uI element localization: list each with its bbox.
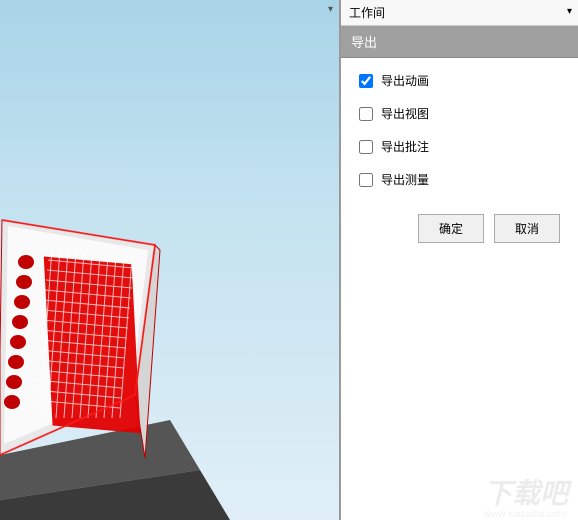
option-label: 导出批注 [381,138,429,155]
3d-viewport[interactable]: ▾ [0,0,340,520]
export-title-bar: 导出 [341,26,578,58]
option-export-animation[interactable]: 导出动画 [359,72,560,89]
option-label: 导出视图 [381,105,429,122]
option-label: 导出测量 [381,171,429,188]
cancel-button[interactable]: 取消 [494,214,560,243]
button-row: 确定 取消 [341,202,578,255]
3d-model [0,160,280,520]
sidebar-panel: 工作间 ▾ 导出 导出动画 导出视图 导出批注 导出测量 确定 取消 [340,0,578,520]
option-export-annotation[interactable]: 导出批注 [359,138,560,155]
viewport-menu-dropdown[interactable]: ▾ [328,4,333,15]
option-label: 导出动画 [381,72,429,89]
checkbox-export-view[interactable] [359,107,373,121]
ok-button[interactable]: 确定 [418,214,484,243]
export-options: 导出动画 导出视图 导出批注 导出测量 [341,58,578,202]
checkbox-export-animation[interactable] [359,74,373,88]
option-export-view[interactable]: 导出视图 [359,105,560,122]
panel-header-label: 工作间 [349,6,385,20]
panel-header: 工作间 ▾ [341,0,578,26]
option-export-measure[interactable]: 导出测量 [359,171,560,188]
panel-header-dropdown-icon[interactable]: ▾ [567,6,572,17]
checkbox-export-measure[interactable] [359,173,373,187]
checkbox-export-annotation[interactable] [359,140,373,154]
